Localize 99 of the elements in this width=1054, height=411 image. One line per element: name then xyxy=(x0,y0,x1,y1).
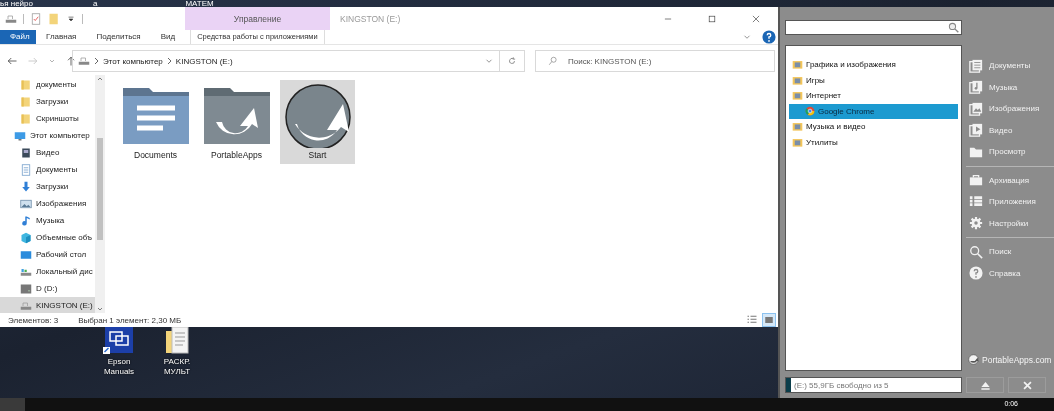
disk-space-text: (E:) 55,9ГБ свободно из 5 xyxy=(793,380,889,390)
file-item[interactable]: Start xyxy=(280,80,355,164)
search-icon xyxy=(948,22,959,33)
music-icon xyxy=(969,80,983,95)
play-icon xyxy=(969,123,983,138)
checklist-icon[interactable] xyxy=(30,12,42,25)
up-arrow-icon[interactable] xyxy=(65,55,77,67)
details-view-icon xyxy=(746,314,758,326)
drive-icon xyxy=(20,299,32,312)
status-text: Выбран 1 элемент: 2,30 МБ xyxy=(78,315,182,325)
scrollbar-thumb[interactable] xyxy=(97,138,103,240)
app-tree-item[interactable]: Графика и изображения xyxy=(789,57,958,73)
portableapps-logo-icon xyxy=(968,354,979,365)
nav-item[interactable]: Видео xyxy=(0,144,95,161)
app-tree-item[interactable]: Музыка и видео xyxy=(789,119,958,135)
category-folder-icon xyxy=(792,136,803,148)
desktop-icon-label[interactable]: а xyxy=(92,0,98,8)
screen-icon xyxy=(20,248,32,261)
ribbon-tab[interactable]: Вид xyxy=(150,30,186,44)
close-button[interactable] xyxy=(1008,377,1046,393)
nav-item[interactable]: Этот компьютер xyxy=(0,127,95,144)
help-icon[interactable] xyxy=(762,30,776,44)
nav-item[interactable]: Скриншоты xyxy=(0,110,95,127)
film-icon xyxy=(20,146,32,159)
window-title: KINGSTON (E:) xyxy=(340,13,402,24)
picture-icon xyxy=(969,101,983,116)
category-folder-icon xyxy=(792,121,803,133)
file-item[interactable]: Documents xyxy=(118,80,193,164)
cube-icon xyxy=(20,231,32,244)
breadcrumb-chevron-icon xyxy=(166,57,172,65)
search-field[interactable] xyxy=(785,20,962,35)
eject-icon xyxy=(979,379,991,391)
category-folder-icon xyxy=(792,59,803,71)
nav-item[interactable]: Загрузки xyxy=(0,178,95,195)
back-arrow-icon[interactable] xyxy=(6,55,18,67)
download-icon xyxy=(20,180,32,193)
drive-icon xyxy=(20,282,32,295)
document-icon xyxy=(20,163,32,176)
start-logo-icon xyxy=(282,82,353,148)
folder-icon xyxy=(20,112,32,125)
app-tree-item[interactable]: Игры xyxy=(789,72,958,88)
nav-item[interactable]: документы xyxy=(0,76,95,93)
desktop-icon-label[interactable]: МАТЕМ xyxy=(185,0,214,8)
picture-icon xyxy=(20,197,32,210)
nav-item[interactable]: Рабочий стол xyxy=(0,246,95,263)
ribbon-tab[interactable]: Главная xyxy=(36,30,87,44)
large-icons-view-icon xyxy=(763,314,775,326)
folder-icon xyxy=(20,78,32,91)
documents-icon xyxy=(969,58,983,73)
breadcrumb-chevron-icon xyxy=(94,57,99,65)
search-icon xyxy=(969,244,983,259)
nav-item[interactable]: Музыка xyxy=(0,212,95,229)
status-text: Элементов: 3 xyxy=(8,315,59,325)
nav-item[interactable]: D (D:) xyxy=(0,280,95,297)
settings-icon xyxy=(969,216,983,231)
browser-icon xyxy=(805,106,815,117)
nav-item[interactable]: Документы xyxy=(0,161,95,178)
folder-icon xyxy=(20,95,32,108)
ribbon-tab[interactable]: Поделиться xyxy=(86,30,151,44)
scroll-down-icon[interactable] xyxy=(96,305,104,313)
start-button[interactable] xyxy=(0,398,25,411)
music-note-icon xyxy=(20,214,32,227)
eject-button[interactable] xyxy=(966,377,1004,393)
close-icon[interactable] xyxy=(751,13,761,24)
app-tree-item[interactable]: Google Chrome xyxy=(789,103,958,119)
context-tab-group: Управление xyxy=(185,7,330,30)
ribbon-tab[interactable]: Файл xyxy=(0,30,36,44)
refresh-button[interactable] xyxy=(500,50,525,72)
drive-icon[interactable] xyxy=(5,12,17,25)
breadcrumb-item[interactable]: KINGSTON (E:) xyxy=(175,56,233,66)
brand-name: PortableApps.com xyxy=(982,354,1052,365)
app-tree-item[interactable]: Утилиты xyxy=(789,134,958,150)
maximize-icon[interactable] xyxy=(707,13,717,24)
search-input[interactable]: Поиск: KINGSTON (E:) xyxy=(568,56,748,66)
desktop-icon-label[interactable]: РАСКР. МУЛЬТ xyxy=(156,357,198,377)
drive-icon xyxy=(78,55,90,67)
scroll-up-icon[interactable] xyxy=(96,75,104,83)
app-tree-item[interactable]: Интернет xyxy=(789,88,958,104)
nav-item[interactable]: KINGSTON (E:) xyxy=(0,297,95,313)
list-icon xyxy=(969,194,983,209)
caret-icon[interactable] xyxy=(66,13,76,24)
nav-item[interactable]: Объемные объ xyxy=(0,229,95,246)
refresh-icon xyxy=(507,56,517,66)
address-bar[interactable]: Этот компьютер KINGSTON (E:) xyxy=(72,50,500,72)
help-icon xyxy=(969,266,983,281)
nav-item[interactable]: Локальный дис xyxy=(0,263,95,280)
nav-item[interactable]: Загрузки xyxy=(0,93,95,110)
category-folder-icon xyxy=(792,90,803,102)
breadcrumb-item[interactable]: Этот компьютер xyxy=(103,56,163,66)
category-folder-icon xyxy=(792,74,803,86)
search-icon xyxy=(548,56,558,66)
nav-item[interactable]: Изображения xyxy=(0,195,95,212)
view-button[interactable] xyxy=(762,313,776,327)
desktop-icon-label[interactable]: Epson Manuals xyxy=(98,357,140,377)
file-item[interactable]: PortableApps xyxy=(199,80,274,164)
monitor-icon xyxy=(14,129,26,142)
desktop-icon-label[interactable]: ья нейро xyxy=(0,0,33,8)
briefcase-icon xyxy=(969,173,983,188)
close-icon xyxy=(1021,379,1033,391)
